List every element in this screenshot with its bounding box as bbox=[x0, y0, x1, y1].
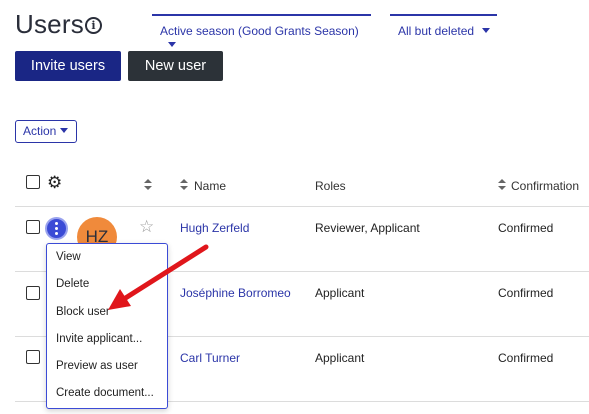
annotation-arrow-icon bbox=[108, 244, 209, 310]
